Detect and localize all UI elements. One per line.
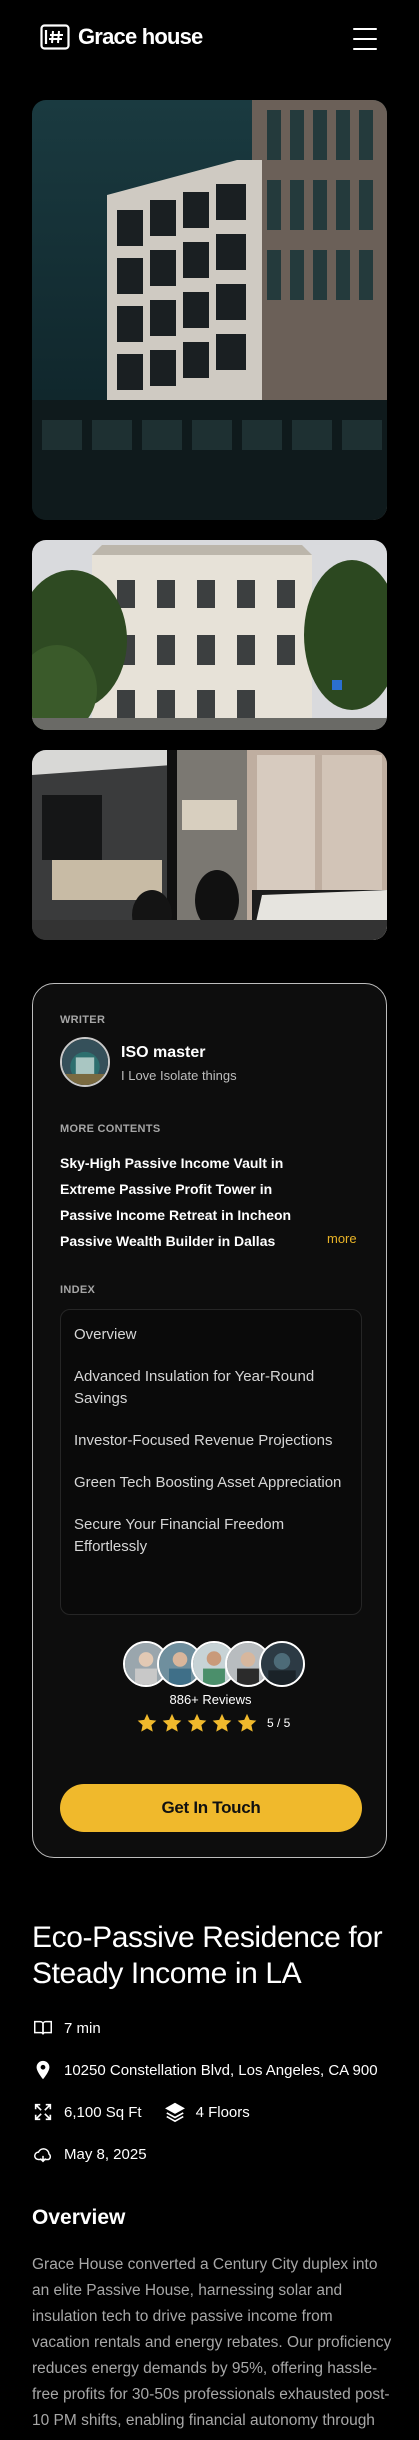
reviewer-avatars bbox=[123, 1641, 305, 1687]
grid-tag-icon bbox=[40, 24, 70, 50]
address-value: 10250 Constellation Blvd, Los Angeles, C… bbox=[64, 2061, 378, 2079]
property-specs: 6,100 Sq Ft 4 Floors bbox=[32, 2101, 250, 2123]
star-icon bbox=[212, 1713, 232, 1732]
brand-name: Grace house bbox=[78, 24, 203, 49]
rating-value: 5 / 5 bbox=[267, 1716, 291, 1730]
office-photo bbox=[32, 750, 387, 940]
more-contents-item[interactable]: Sky-High Passive Income Vault in bbox=[60, 1150, 291, 1176]
writer-tagline: I Love Isolate things bbox=[121, 1068, 237, 1083]
building-photo bbox=[32, 100, 387, 520]
more-contents-label: MORE CONTENTS bbox=[60, 1123, 161, 1135]
toc-item-overview[interactable]: Overview bbox=[74, 1324, 348, 1346]
hamburger-menu-icon[interactable] bbox=[353, 28, 377, 50]
avatar bbox=[259, 1641, 305, 1687]
overview-paragraph: Grace House converted a Century City dup… bbox=[32, 2256, 392, 2440]
more-link[interactable]: more bbox=[327, 1231, 357, 1246]
area-value: 6,100 Sq Ft bbox=[64, 2103, 142, 2121]
map-pin-icon bbox=[36, 2060, 50, 2080]
gallery-image-building[interactable] bbox=[32, 100, 387, 520]
publish-date-value: May 8, 2025 bbox=[64, 2145, 147, 2163]
toc-item-green-tech[interactable]: Green Tech Boosting Asset Appreciation bbox=[74, 1472, 348, 1494]
address: 10250 Constellation Blvd, Los Angeles, C… bbox=[32, 2059, 378, 2081]
gallery-image-office[interactable] bbox=[32, 750, 387, 940]
get-in-touch-button[interactable]: Get In Touch bbox=[60, 1784, 362, 1832]
page-title: Eco-Passive Residence for Steady Income … bbox=[32, 1921, 383, 1990]
brand-logo[interactable]: Grace house bbox=[40, 24, 203, 50]
article-sidebar-card: WRITER ISO master I Love Isolate things … bbox=[32, 983, 387, 1858]
read-time-value: 7 min bbox=[64, 2019, 101, 2037]
toc-item-insulation[interactable]: Advanced Insulation for Year-Round Savin… bbox=[74, 1366, 348, 1410]
classic-building-photo bbox=[32, 540, 387, 730]
writer-avatar[interactable] bbox=[60, 1037, 110, 1087]
more-contents-item[interactable]: Extreme Passive Profit Tower in bbox=[60, 1176, 291, 1202]
section-title-overview: Overview bbox=[32, 2206, 126, 2229]
more-contents-item[interactable]: Passive Income Retreat in Incheon bbox=[60, 1202, 291, 1228]
gallery-image-classic-building[interactable] bbox=[32, 540, 387, 730]
calendar-cloud-icon bbox=[34, 2148, 52, 2163]
toc-item-financial-freedom[interactable]: Secure Your Financial Freedom Effortless… bbox=[74, 1514, 348, 1558]
publish-date: May 8, 2025 bbox=[32, 2143, 147, 2165]
reviews-count: 886+ Reviews bbox=[169, 1692, 252, 1707]
star-icon bbox=[162, 1713, 182, 1732]
more-contents-list: Sky-High Passive Income Vault in Extreme… bbox=[60, 1150, 291, 1254]
floors-value: 4 Floors bbox=[195, 2103, 250, 2121]
writer-avatar-image bbox=[62, 1039, 108, 1085]
index-label: INDEX bbox=[60, 1284, 96, 1296]
rating-stars: 5 / 5 bbox=[136, 1712, 290, 1734]
star-icon bbox=[187, 1713, 207, 1732]
toc-item-revenue[interactable]: Investor-Focused Revenue Projections bbox=[74, 1430, 348, 1452]
writer-name[interactable]: ISO master bbox=[121, 1044, 205, 1062]
writer-label: WRITER bbox=[60, 1014, 106, 1026]
site-header: Grace house bbox=[0, 0, 419, 80]
table-of-contents: Overview Advanced Insulation for Year-Ro… bbox=[60, 1309, 362, 1615]
read-time: 7 min bbox=[32, 2017, 101, 2039]
more-contents-item[interactable]: Passive Wealth Builder in Dallas bbox=[60, 1228, 291, 1254]
star-icon bbox=[237, 1713, 257, 1732]
book-open-icon bbox=[34, 2020, 52, 2035]
star-icon bbox=[137, 1713, 157, 1732]
expand-icon bbox=[34, 2103, 52, 2121]
layers-icon bbox=[164, 2102, 185, 2123]
